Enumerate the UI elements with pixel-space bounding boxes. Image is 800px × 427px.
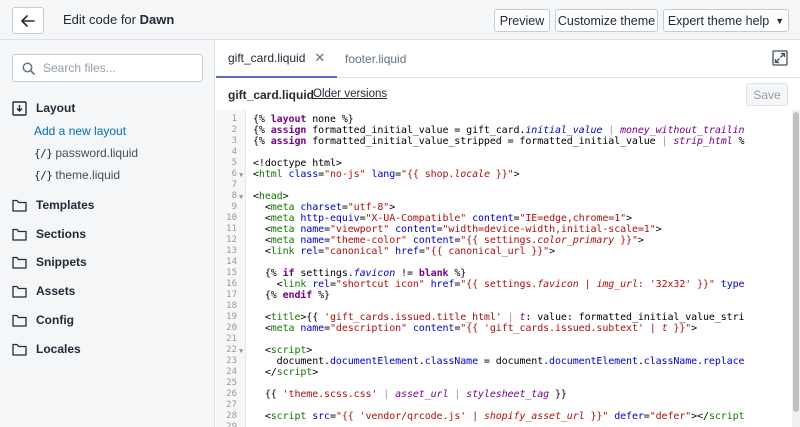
tab-gift-card[interactable]: gift_card.liquid ✕ [216, 40, 338, 78]
folder-templates[interactable]: Templates [12, 196, 94, 214]
folder-sections[interactable]: Sections [12, 225, 86, 243]
folder-locales[interactable]: Locales [12, 340, 81, 358]
line-number: 9 [231, 202, 237, 212]
expert-theme-help-button[interactable]: Expert theme help ▼ [663, 9, 789, 32]
folder-label: Locales [36, 342, 81, 356]
line-number: 24 [226, 367, 237, 377]
expand-icon[interactable] [772, 50, 788, 69]
line-number: 8 [231, 191, 237, 201]
line-number: 11 [226, 224, 237, 234]
line-number: 19 [226, 312, 237, 322]
line-number: 15 [226, 268, 237, 278]
folder-label: Templates [36, 198, 95, 212]
line-number: 16 [226, 279, 237, 289]
editor-tabs: gift_card.liquid ✕ footer.liquid [216, 40, 800, 78]
line-number: 3 [231, 136, 237, 146]
tab-label: gift_card.liquid [228, 51, 306, 65]
search-input[interactable] [43, 60, 193, 76]
line-number: 28 [226, 411, 237, 421]
folder-icon [12, 228, 27, 241]
line-number: 12 [226, 235, 237, 245]
folder-config[interactable]: Config [12, 311, 74, 329]
fold-arrow-icon[interactable]: ▼ [239, 192, 243, 203]
preview-label: Preview [499, 13, 545, 28]
top-bar: Edit code for Dawn Preview Customize the… [0, 0, 800, 40]
folder-label: Config [36, 313, 74, 327]
vertical-scrollbar[interactable] [792, 110, 800, 427]
folder-icon [12, 199, 27, 212]
folder-label: Snippets [36, 255, 87, 269]
back-button[interactable] [12, 7, 44, 34]
file-item-password[interactable]: {/} password.liquid [34, 146, 138, 160]
line-number: 29 [226, 422, 237, 427]
line-number: 2 [231, 125, 237, 135]
close-icon[interactable]: ✕ [314, 50, 325, 66]
page-title: Edit code for Dawn [63, 12, 174, 27]
folder-snippets[interactable]: Snippets [12, 253, 87, 271]
folder-label: Assets [36, 284, 76, 298]
line-number: 18 [226, 301, 237, 311]
folder-icon [12, 343, 27, 356]
folder-assets[interactable]: Assets [12, 282, 75, 300]
caret-down-icon: ▼ [775, 15, 785, 26]
customize-theme-button[interactable]: Customize theme [555, 9, 658, 32]
line-number: 1 [231, 114, 237, 124]
fold-arrow-icon[interactable]: ▼ [239, 170, 243, 181]
expert-help-label: Expert theme help [667, 13, 770, 28]
line-number: 6 [231, 169, 237, 179]
file-label: password.liquid [55, 146, 139, 160]
line-number: 5 [231, 158, 237, 168]
line-number: 20 [226, 323, 237, 333]
page-title-prefix: Edit code for [63, 12, 136, 27]
line-number: 26 [226, 389, 237, 399]
theme-name: Dawn [139, 12, 175, 27]
save-button[interactable]: Save [746, 83, 788, 106]
older-versions-link[interactable]: Older versions [313, 88, 387, 100]
line-number: 22 [226, 345, 237, 355]
line-number: 7 [231, 180, 237, 190]
line-number: 13 [226, 246, 237, 256]
code-editor[interactable]: 1 {% layout none %} 2 {% assign formatted_… [216, 110, 800, 427]
current-filename: gift_card.liquid [228, 88, 315, 102]
line-number: 10 [226, 213, 237, 223]
tab-label: footer.liquid [345, 52, 407, 66]
folder-icon [12, 314, 27, 327]
arrow-left-icon [21, 14, 35, 27]
search-icon [22, 62, 35, 75]
folder-icon [12, 285, 27, 298]
line-number: 14 [226, 257, 237, 267]
file-sidebar: Layout Add a new layout {/} password.liq… [0, 40, 215, 427]
line-number: 27 [226, 400, 237, 410]
tab-footer[interactable]: footer.liquid [345, 40, 406, 78]
file-item-theme[interactable]: {/} theme.liquid [34, 168, 120, 182]
save-label: Save [753, 87, 781, 102]
line-number: 4 [231, 147, 237, 157]
file-label: theme.liquid [55, 168, 121, 182]
folder-icon [12, 256, 27, 269]
line-number: 25 [226, 378, 237, 388]
folder-layout[interactable]: Layout [12, 99, 75, 117]
liquid-file-icon: {/} [34, 146, 53, 160]
line-number: 23 [226, 356, 237, 366]
liquid-file-icon: {/} [34, 168, 53, 182]
folder-label: Layout [36, 101, 76, 115]
folder-open-icon [12, 100, 27, 116]
line-number: 17 [226, 290, 237, 300]
search-box[interactable] [12, 54, 203, 82]
preview-button[interactable]: Preview [494, 9, 550, 32]
add-new-layout-link[interactable]: Add a new layout [34, 124, 126, 138]
line-number: 21 [226, 334, 237, 344]
file-toolbar: gift_card.liquid Older versions Save [216, 79, 800, 110]
scrollbar-thumb[interactable] [793, 112, 799, 412]
folder-label: Sections [36, 227, 87, 241]
customize-label: Customize theme [557, 13, 656, 28]
fold-arrow-icon[interactable]: ▼ [239, 346, 243, 357]
